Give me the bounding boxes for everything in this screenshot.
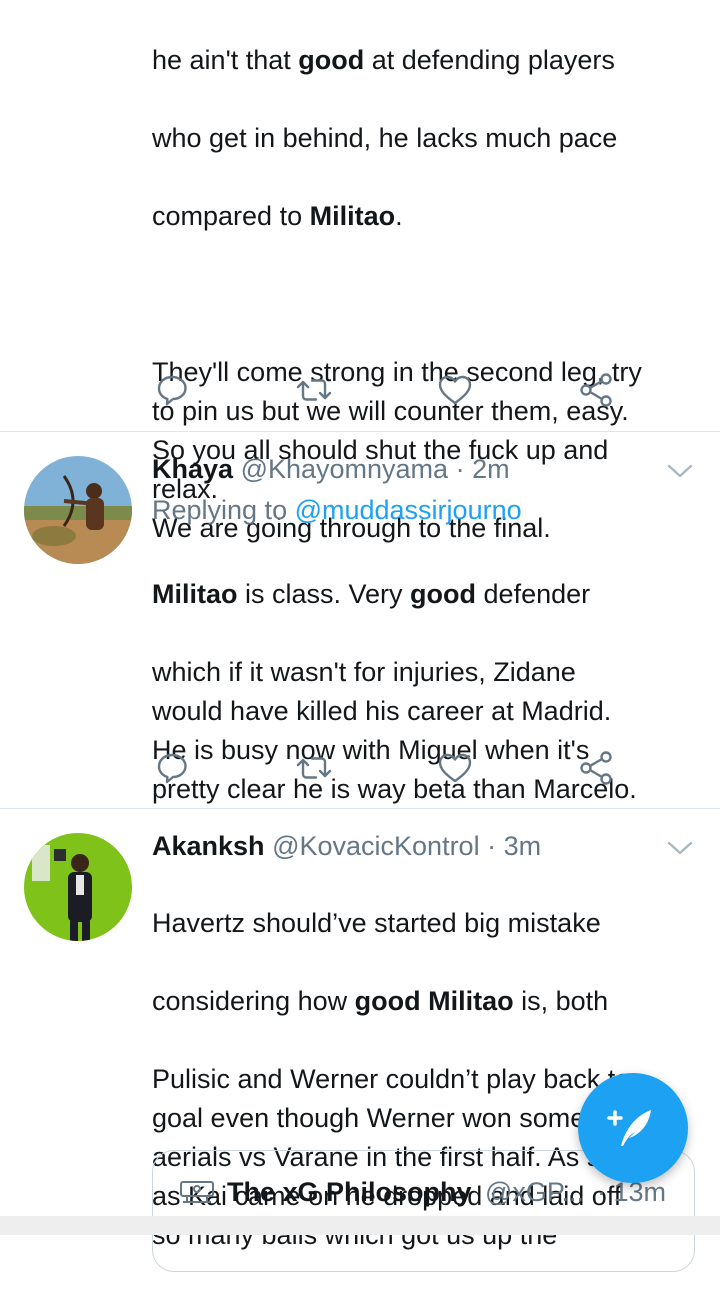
user-handle[interactable]: @Khayomnyama [241,454,449,484]
avatar-image [24,456,132,564]
avatar-image [24,833,132,941]
replying-to-link[interactable]: @muddassirjourno [295,495,522,525]
retweet-icon[interactable] [294,370,334,410]
text-span: at defending players [364,45,615,75]
tweet-3-line-1: Havertz should’ve started big mistake [152,908,601,938]
avatar[interactable] [24,456,132,564]
replying-to: Replying to @muddassirjourno [152,493,522,527]
tweet-1-line-2: who get in behind, he lacks much pace [152,123,618,153]
divider [0,808,720,809]
bold-text: good [298,45,365,75]
separator-dot: · [448,454,473,484]
bold-text: good [410,579,477,609]
tweet-3-header: Akanksh @KovacicKontrol · 3m [152,829,541,863]
bold-text: good Militao [354,986,514,1016]
timestamp[interactable]: 3m [504,831,542,861]
display-name[interactable]: Khaya [152,454,233,484]
text-span: is class. Very [237,579,411,609]
quoted-user-handle: @xGP... [485,1177,584,1207]
divider [0,431,720,432]
heart-icon[interactable] [435,370,475,410]
avatar[interactable] [24,833,132,941]
retweet-icon[interactable] [294,748,334,788]
tweet-2-line-1: Militao is class. Very good defender [152,575,707,614]
heart-icon[interactable] [435,748,475,788]
user-handle[interactable]: @KovacicKontrol [272,831,480,861]
replying-prefix: Replying to [152,495,295,525]
chevron-down-icon[interactable] [666,461,694,481]
bottom-bar [0,1216,720,1235]
text-span: considering how [152,986,355,1016]
tweet-1-line-1: he ain't that good at defending players [152,41,707,80]
display-name[interactable]: Akanksh [152,831,265,861]
tweet-1-line-3: compared to Militao. [152,197,707,236]
text-span: is, both [513,986,609,1016]
text-span: compared to [152,201,310,231]
share-icon[interactable] [576,370,616,410]
text-span: defender [476,579,591,609]
chevron-down-icon[interactable] [666,838,694,858]
reply-icon[interactable] [152,748,192,788]
tweet-2-text: Militao is class. Very good defender whi… [152,536,707,848]
separator-dot: · [479,831,504,861]
bold-text: Militao [152,579,238,609]
quoted-avatar-icon [180,1181,214,1203]
timestamp[interactable]: 2m [472,454,510,484]
tweet-3-line-2: considering how good Militao is, both [152,982,707,1021]
tweet-2-header: Khaya @Khayomnyama · 2m [152,452,510,486]
compose-tweet-icon [607,1110,651,1146]
quoted-display-name: The xG Philosophy [227,1177,472,1207]
reply-icon[interactable] [152,370,192,410]
text-span: he ain't that [152,45,299,75]
text-span: . [395,201,403,231]
compose-tweet-button[interactable] [578,1073,688,1183]
bold-text: Militao [309,201,396,231]
tweet-2-actions [0,748,720,788]
tweet-1-actions [0,370,720,410]
share-icon[interactable] [576,748,616,788]
